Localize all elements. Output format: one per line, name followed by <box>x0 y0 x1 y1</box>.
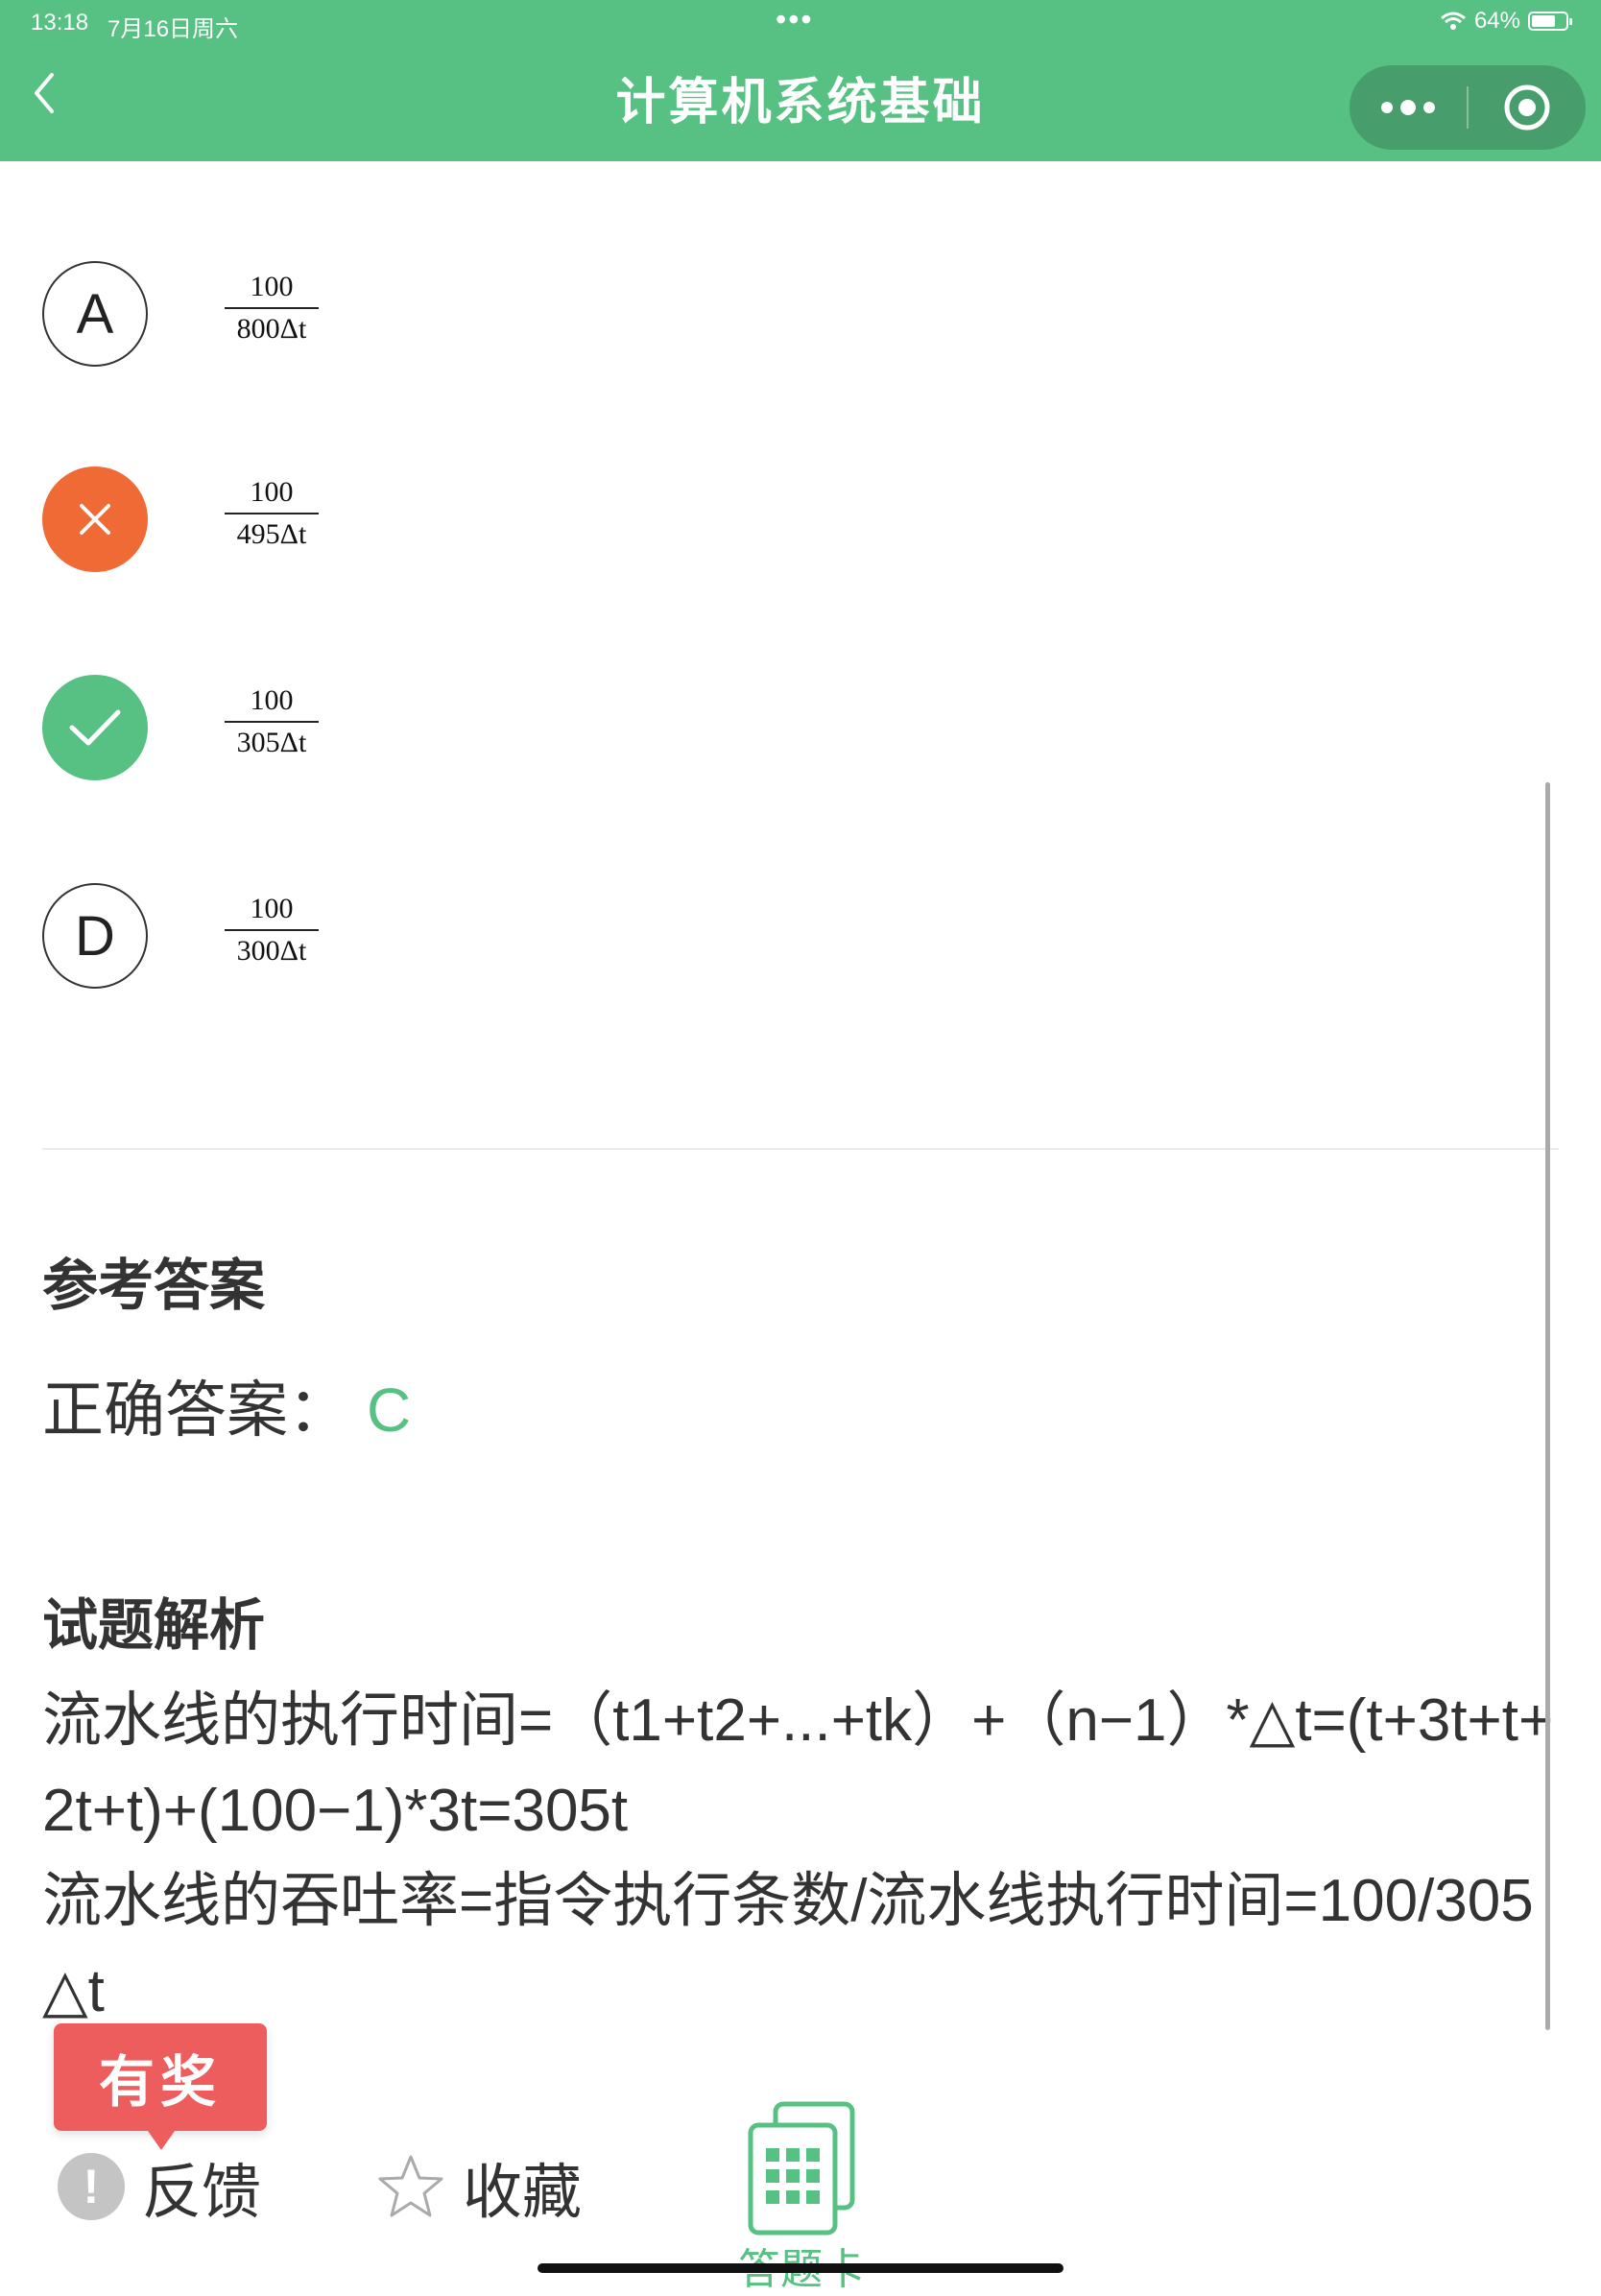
battery-icon <box>1528 12 1572 31</box>
fraction-bar <box>225 721 319 723</box>
fraction-numerator: 100 <box>250 893 294 924</box>
option-fraction: 100 305Δt <box>219 682 324 761</box>
target-circle-icon <box>1504 84 1550 131</box>
fraction-bar <box>225 513 319 514</box>
option-marker-d: D <box>42 883 148 989</box>
star-icon <box>378 2155 443 2217</box>
fraction-numerator: 100 <box>250 476 294 508</box>
section-divider <box>42 1148 1559 1150</box>
option-fraction: 100 495Δt <box>219 474 324 553</box>
feedback-label: 反馈 <box>142 2160 262 2226</box>
mini-program-capsule <box>1350 65 1586 150</box>
option-fraction: 100 800Δt <box>219 269 324 347</box>
option-d[interactable]: D 100 300Δt <box>42 883 810 989</box>
option-c[interactable]: 100 305Δt <box>42 675 810 780</box>
fraction-denominator: 495Δt <box>236 518 307 550</box>
exclamation-icon: ! <box>58 2153 125 2220</box>
reference-answer-title: 参考答案 <box>42 1255 266 1317</box>
battery-percent: 64% <box>1473 8 1520 34</box>
wifi-icon <box>1440 11 1467 32</box>
feedback-button[interactable]: ! 反馈 <box>58 2146 261 2227</box>
fraction-bar <box>225 929 319 931</box>
option-b[interactable]: 100 495Δt <box>42 466 810 572</box>
favorite-label: 收藏 <box>463 2160 583 2226</box>
status-date: 7月16日周六 <box>108 16 239 42</box>
analysis-line: 流水线的吞吐率=指令执行条数/流水线执行时间=100/305△t <box>42 1868 1534 2024</box>
fraction-numerator: 100 <box>250 271 294 302</box>
status-bar: 13:18 7月16日周六 ••• 64% <box>0 0 1601 48</box>
correct-check-icon <box>42 675 148 780</box>
more-dots-icon <box>1381 100 1435 115</box>
status-right: 64% <box>1440 8 1572 35</box>
fraction-denominator: 305Δt <box>236 727 307 758</box>
analysis-line: 流水线的执行时间=（t1+t2+...+tk）+（n−1）*△t=(t+3t+t… <box>42 1687 1554 1844</box>
close-mini-program-button[interactable] <box>1469 65 1586 150</box>
more-menu-button[interactable] <box>1350 65 1467 150</box>
correct-answer-value: C <box>367 1375 412 1445</box>
reward-badge[interactable]: 有奖 <box>54 2023 267 2150</box>
fraction-denominator: 800Δt <box>236 313 307 345</box>
option-marker-a: A <box>42 261 148 367</box>
fraction-bar <box>225 307 319 309</box>
fraction-denominator: 300Δt <box>236 935 307 967</box>
analysis-title: 试题解析 <box>42 1594 266 1657</box>
option-a[interactable]: A 100 800Δt <box>42 261 810 367</box>
fraction-numerator: 100 <box>250 684 294 716</box>
answer-card-button[interactable]: 答题卡 <box>729 2093 873 2293</box>
favorite-button[interactable]: 收藏 <box>376 2146 582 2227</box>
status-time: 13:18 <box>31 10 89 36</box>
multitask-dots[interactable]: ••• <box>776 2 814 37</box>
scrollbar[interactable] <box>1545 782 1550 2030</box>
answer-card-grid-icon <box>748 2101 855 2236</box>
analysis-body: 流水线的执行时间=（t1+t2+...+tk）+（n−1）*△t=(t+3t+t… <box>42 1676 1559 2037</box>
home-indicator[interactable] <box>538 2263 1063 2273</box>
correct-answer-line: 正确答案： C <box>42 1361 411 1449</box>
option-fraction: 100 300Δt <box>219 891 324 969</box>
wrong-cross-icon <box>42 466 148 572</box>
header-bar: 13:18 7月16日周六 ••• 64% 计算机系统基础 <box>0 0 1601 161</box>
correct-answer-label: 正确答案： <box>42 1375 349 1445</box>
